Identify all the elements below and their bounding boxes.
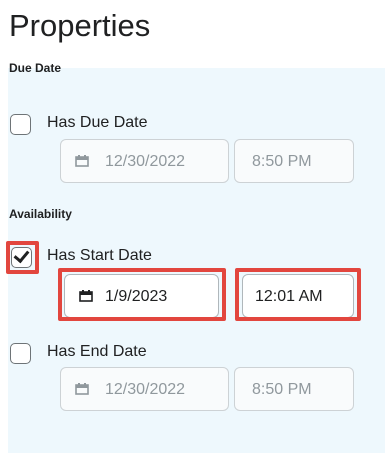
end-date-input[interactable]: 12/30/2022 bbox=[60, 367, 229, 411]
due-date-value: 12/30/2022 bbox=[105, 153, 186, 170]
calendar-icon bbox=[79, 290, 93, 302]
start-time-input[interactable]: 12:01 AM bbox=[242, 274, 354, 318]
start-date-input[interactable]: 1/9/2023 bbox=[64, 274, 219, 318]
due-time-value: 8:50 PM bbox=[252, 153, 312, 170]
end-date-value: 12/30/2022 bbox=[105, 381, 186, 398]
checkmark-icon bbox=[13, 246, 30, 264]
start-date-value: 1/9/2023 bbox=[105, 288, 168, 305]
end-time-value: 8:50 PM bbox=[252, 381, 312, 398]
calendar-icon bbox=[75, 155, 89, 167]
has-due-date-checkbox[interactable] bbox=[10, 114, 31, 135]
has-end-date-checkbox[interactable] bbox=[10, 343, 31, 364]
start-time-value: 12:01 AM bbox=[255, 288, 323, 305]
page-title: Properties bbox=[9, 8, 151, 43]
due-date-input[interactable]: 12/30/2022 bbox=[60, 139, 229, 183]
end-time-input[interactable]: 8:50 PM bbox=[234, 367, 354, 411]
has-start-date-label[interactable]: Has Start Date bbox=[47, 246, 152, 266]
has-due-date-label[interactable]: Has Due Date bbox=[47, 113, 148, 133]
has-start-date-checkbox[interactable] bbox=[11, 246, 32, 268]
calendar-icon bbox=[75, 383, 89, 395]
has-end-date-label[interactable]: Has End Date bbox=[47, 342, 147, 362]
availability-section-label: Availability bbox=[9, 207, 72, 221]
due-time-input[interactable]: 8:50 PM bbox=[234, 139, 354, 183]
due-date-section-label: Due Date bbox=[9, 61, 62, 75]
